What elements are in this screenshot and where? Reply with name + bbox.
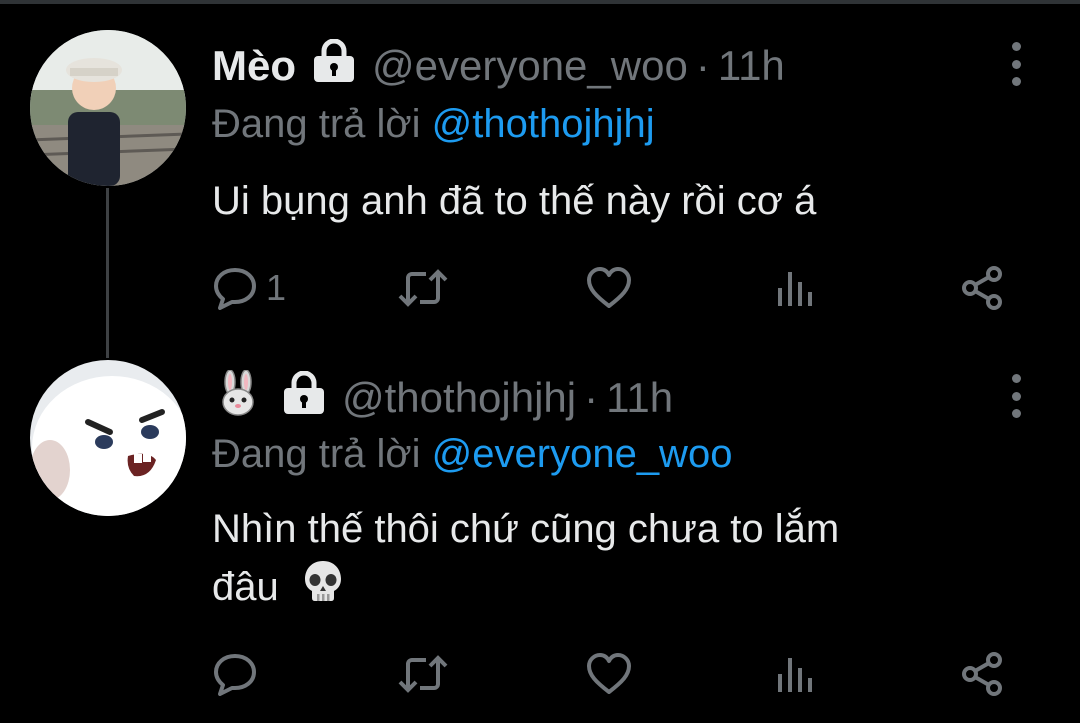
tweet-text: Nhìn thế thôi chứ cũng chưa to lắm đâu (212, 500, 1032, 620)
views-button[interactable] (776, 652, 816, 696)
like-icon (587, 267, 631, 308)
lock-icon (280, 370, 328, 425)
reply-icon (214, 654, 256, 696)
tweet-header: Mèo @everyone_woo · 11h (212, 38, 785, 93)
replying-to: Đang trả lời @everyone_woo (212, 432, 732, 477)
tweet-text: Ui bụng anh đã to thế này rồi cơ á (212, 172, 1032, 230)
avatar[interactable] (30, 30, 186, 186)
tweet-text-line-1: Nhìn thế thôi chứ cũng chưa to lắm (212, 507, 840, 551)
like-button[interactable] (586, 266, 632, 310)
replying-to-mention[interactable]: @everyone_woo (432, 432, 733, 476)
more-icon[interactable] (1004, 374, 1028, 418)
tweet-1[interactable]: Mèo @everyone_woo · 11h Đang trả lời @th… (0, 0, 1080, 360)
reply-count: 1 (266, 267, 287, 308)
timestamp[interactable]: 11h (718, 42, 785, 90)
skull-emoji (300, 558, 346, 620)
timestamp[interactable]: 11h (606, 374, 673, 422)
tweet-text-line-2: đâu (212, 558, 1032, 620)
separator-dot: · (695, 42, 710, 89)
display-name[interactable]: Mèo (212, 42, 296, 90)
separator-dot: · (584, 374, 599, 421)
reply-button[interactable]: 1 (212, 266, 286, 310)
retweet-icon (398, 269, 448, 307)
more-icon[interactable] (1004, 42, 1028, 86)
views-button[interactable] (776, 266, 816, 310)
share-icon (962, 652, 1002, 696)
handle[interactable]: @thothojhjhj (342, 374, 576, 422)
action-bar: 1 (212, 266, 1012, 310)
tweet-text-line-2-content: đâu (212, 565, 279, 609)
lock-icon (310, 38, 358, 93)
retweet-button[interactable] (398, 266, 448, 310)
share-icon (962, 266, 1002, 310)
reply-icon (214, 268, 256, 310)
rabbit-emoji (218, 369, 258, 426)
retweet-icon (398, 655, 448, 693)
reply-button[interactable] (212, 652, 266, 696)
tweet-2[interactable]: @thothojhjhj · 11h Đang trả lời @everyon… (0, 360, 1080, 723)
views-icon (778, 658, 812, 692)
like-icon (587, 653, 631, 694)
replying-to-label: Đang trả lời (212, 102, 432, 146)
views-icon (778, 272, 812, 306)
share-button[interactable] (960, 266, 1004, 310)
tweet-text-content: Ui bụng anh đã to thế này rồi cơ á (212, 179, 817, 223)
retweet-button[interactable] (398, 652, 448, 696)
share-button[interactable] (960, 652, 1004, 696)
tweet-header: @thothojhjhj · 11h (218, 369, 673, 426)
handle[interactable]: @everyone_woo (372, 42, 688, 90)
replying-to-label: Đang trả lời (212, 432, 432, 476)
like-button[interactable] (586, 652, 632, 696)
replying-to-mention[interactable]: @thothojhjhj (432, 102, 655, 146)
replying-to: Đang trả lời @thothojhjhj (212, 102, 655, 147)
action-bar (212, 652, 1012, 696)
avatar[interactable] (30, 360, 186, 516)
